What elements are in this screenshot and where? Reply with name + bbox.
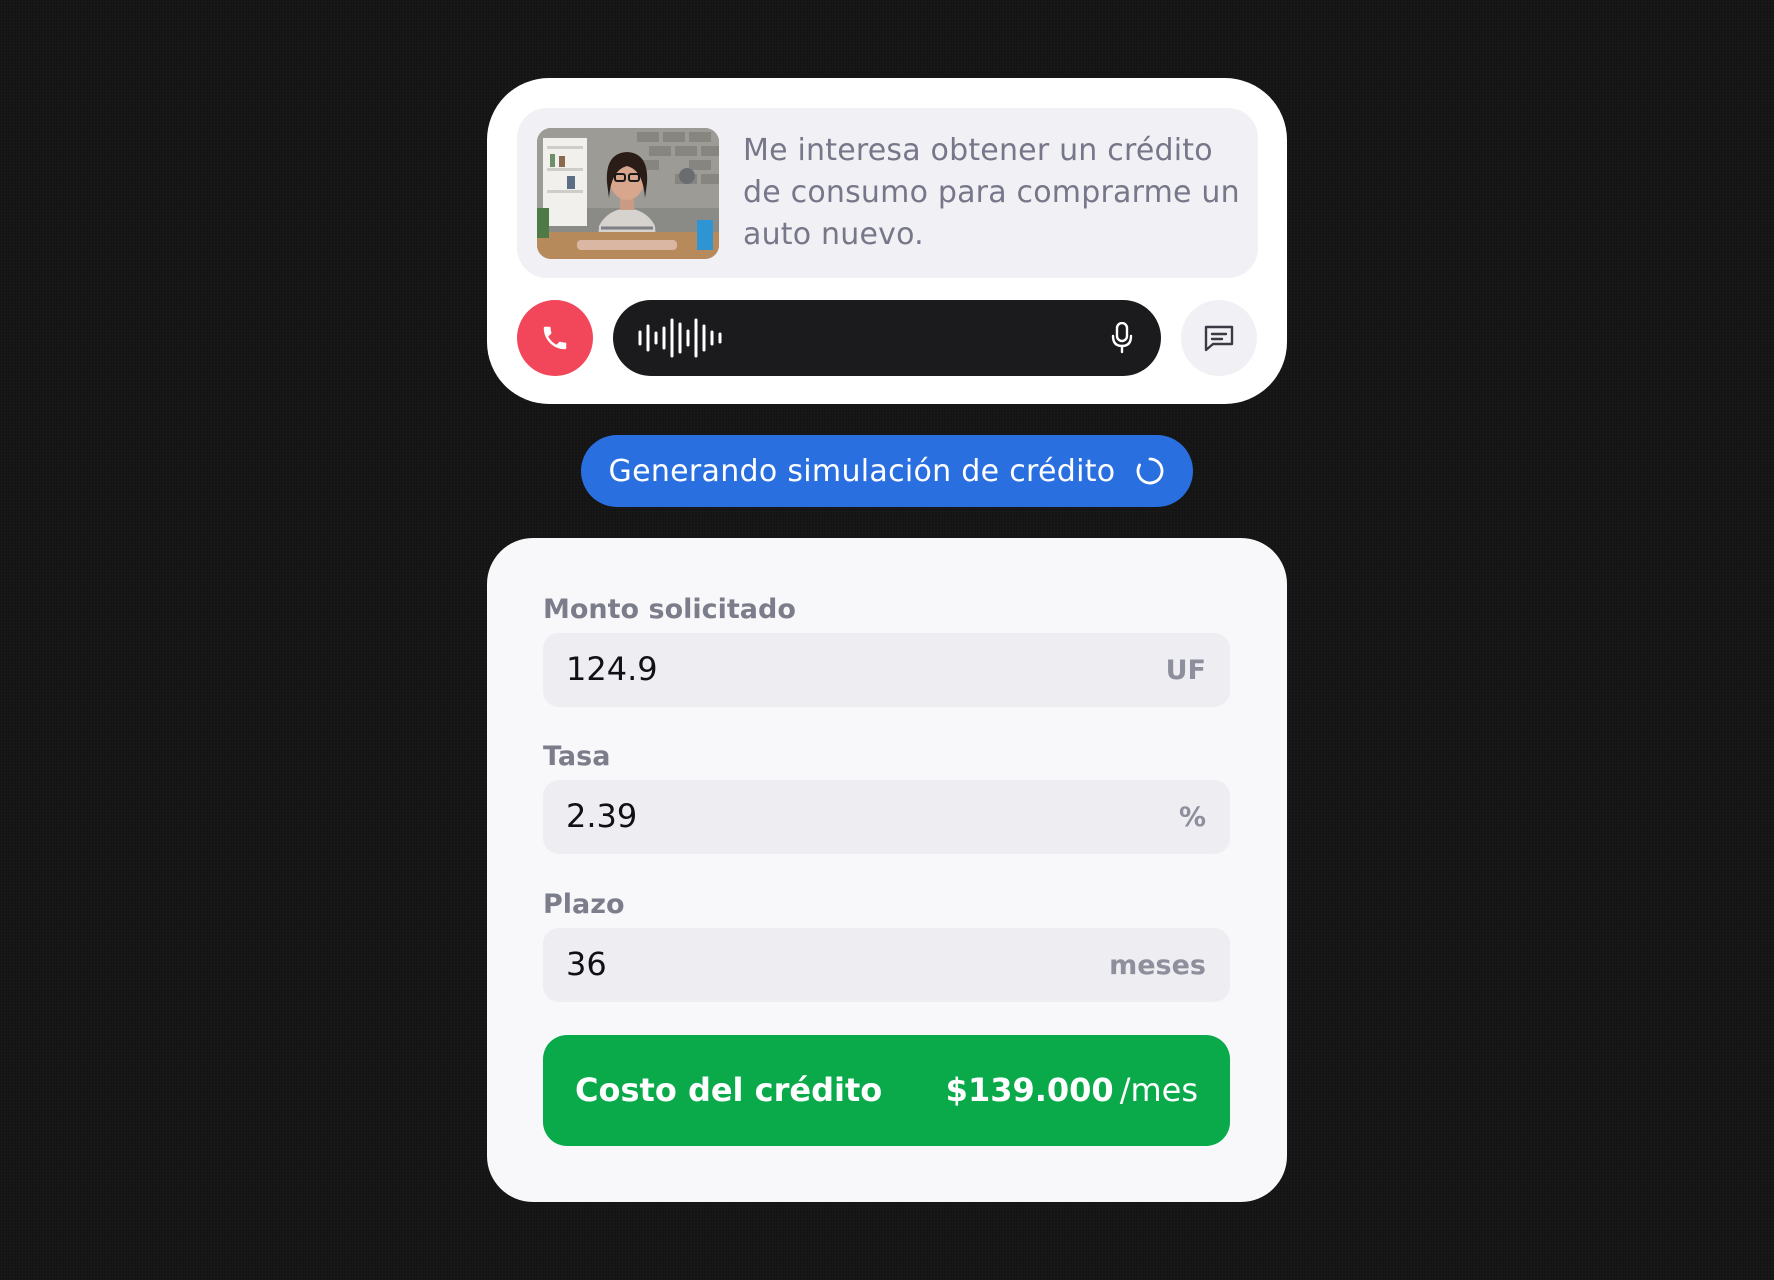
rate-unit: % xyxy=(1178,802,1206,833)
chat-icon xyxy=(1204,325,1234,352)
cost-amount: $139.000/mes xyxy=(946,1071,1198,1109)
audio-input-bar[interactable] xyxy=(613,300,1161,376)
call-card: Me interesa obtener un crédito de consum… xyxy=(487,78,1287,404)
credit-simulation-card: Monto solicitado 124.9 UF Tasa 2.39 % Pl… xyxy=(487,538,1287,1202)
term-field[interactable]: 36 meses xyxy=(543,928,1230,1002)
status-text: Generando simulación de crédito xyxy=(608,453,1116,489)
microphone-icon[interactable] xyxy=(1111,322,1133,354)
credit-cost-button[interactable]: Costo del crédito $139.000/mes xyxy=(543,1035,1230,1146)
term-unit: meses xyxy=(1109,950,1206,981)
rate-label: Tasa xyxy=(543,741,611,772)
amount-unit: UF xyxy=(1165,655,1206,686)
transcript-bubble: Me interesa obtener un crédito de consum… xyxy=(517,108,1258,278)
waveform-icon xyxy=(638,318,722,358)
cost-label: Costo del crédito xyxy=(575,1071,883,1109)
chat-button[interactable] xyxy=(1181,300,1257,376)
cost-period: /mes xyxy=(1119,1071,1198,1109)
spinner-icon xyxy=(1137,457,1164,485)
status-pill: Generando simulación de crédito xyxy=(581,435,1193,507)
amount-value: 124.9 xyxy=(566,650,658,688)
video-thumbnail[interactable] xyxy=(537,128,719,259)
end-call-button[interactable] xyxy=(517,300,593,376)
cost-amount-value: $139.000 xyxy=(945,1071,1114,1109)
term-label: Plazo xyxy=(543,889,625,920)
term-value: 36 xyxy=(566,945,607,983)
amount-field[interactable]: 124.9 UF xyxy=(543,633,1230,707)
phone-icon xyxy=(543,326,567,350)
amount-label: Monto solicitado xyxy=(543,594,796,625)
rate-value: 2.39 xyxy=(566,797,638,835)
transcript-text: Me interesa obtener un crédito de consum… xyxy=(743,133,1240,252)
video-feed-image xyxy=(537,128,719,259)
rate-field[interactable]: 2.39 % xyxy=(543,780,1230,854)
